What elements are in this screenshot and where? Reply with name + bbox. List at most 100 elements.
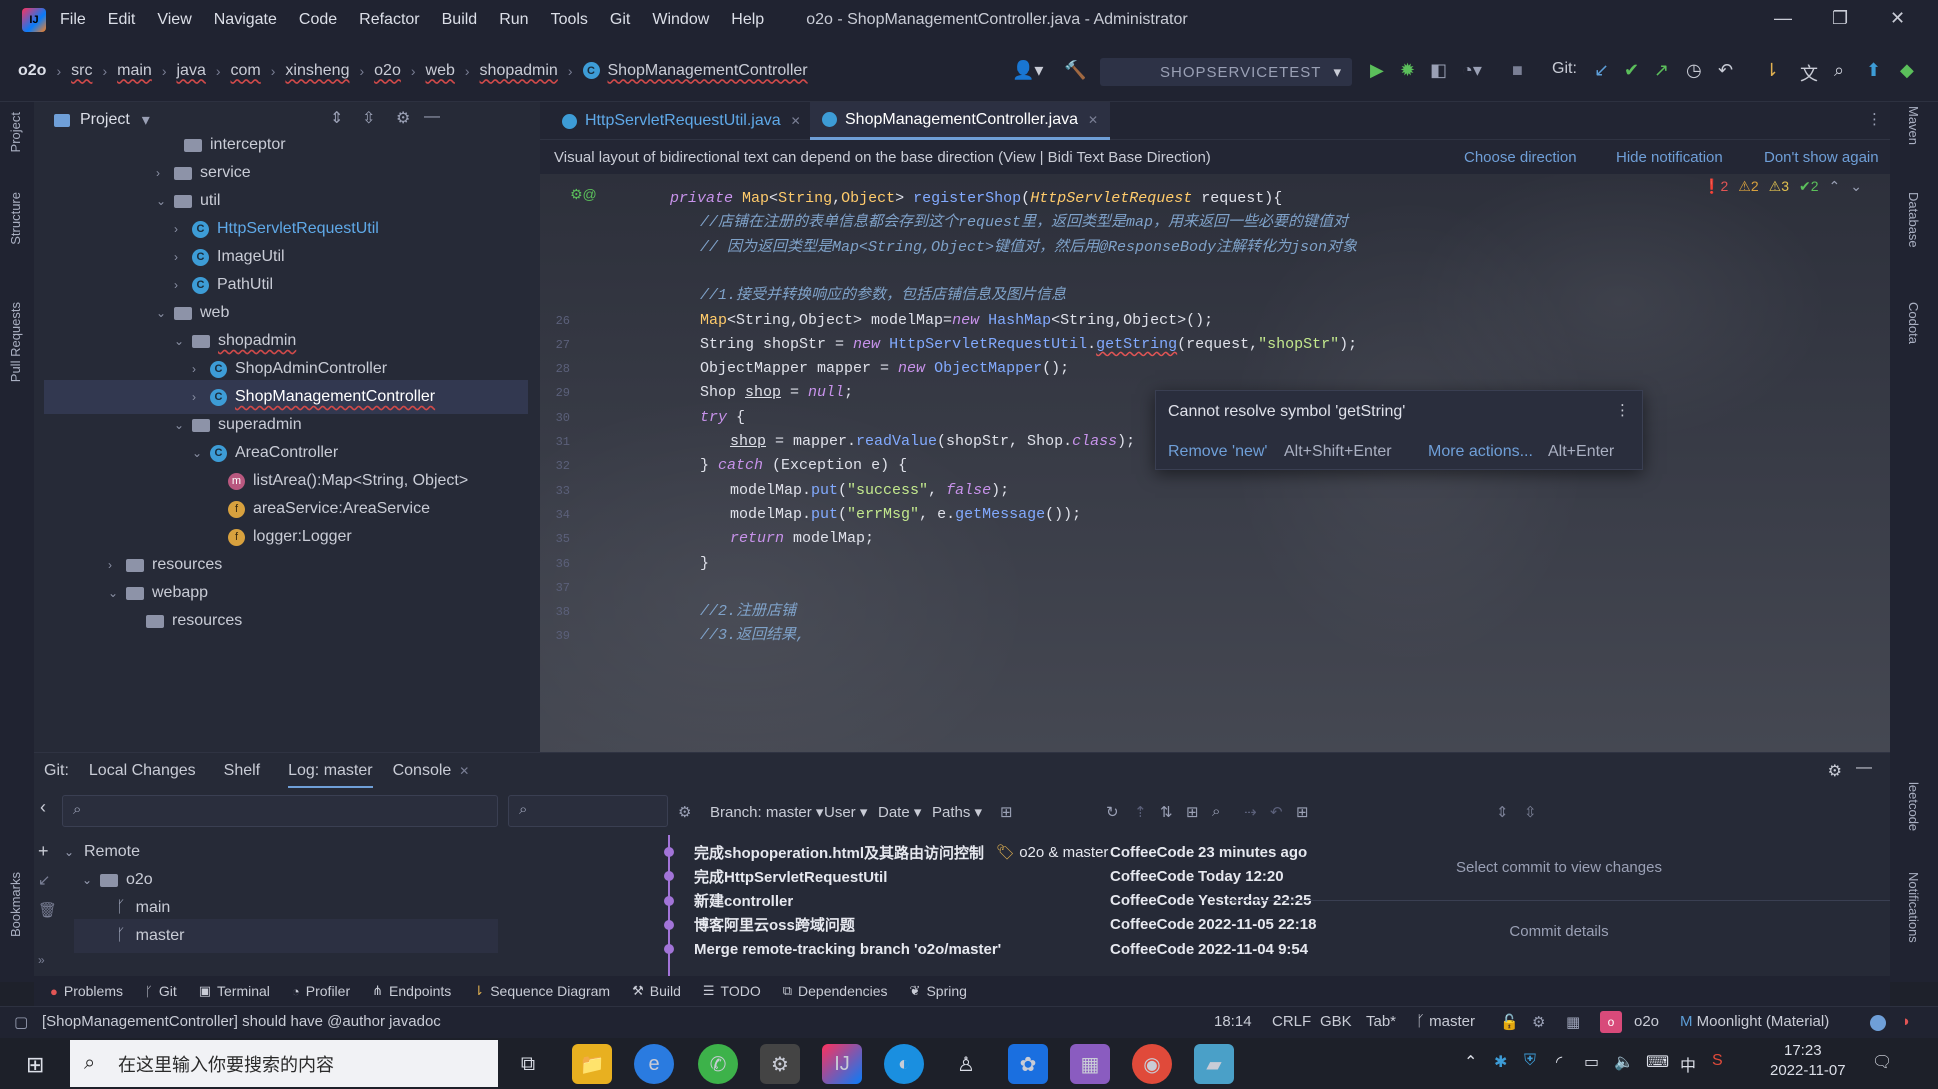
date-filter[interactable]: Date ▾ <box>878 803 921 821</box>
debug-icon[interactable]: ✹ <box>1400 60 1415 81</box>
app-icon[interactable]: ▰ <box>1194 1044 1234 1084</box>
update-icon[interactable]: ⬆ <box>1866 60 1881 81</box>
breadcrumb-web[interactable]: web <box>426 62 455 80</box>
restore-icon[interactable]: ❐ <box>1832 8 1848 29</box>
run-icon[interactable]: ▶ <box>1370 60 1384 81</box>
pick-icon[interactable]: ⇡ <box>1134 803 1147 821</box>
remove-new-action[interactable]: Remove 'new' <box>1168 443 1267 461</box>
codota-tool-tab[interactable]: Codota <box>1906 302 1921 344</box>
expand-all-icon[interactable]: ⇕ <box>330 108 343 128</box>
paths-filter[interactable]: Paths ▾ <box>932 803 982 821</box>
chevron-right-icon[interactable]: › <box>108 558 126 572</box>
menu-tools[interactable]: Tools <box>551 11 588 29</box>
clock-date[interactable]: 2022-11-07 <box>1770 1062 1846 1079</box>
menu-window[interactable]: Window <box>652 11 709 29</box>
breadcrumb-shopadmin[interactable]: shopadmin <box>480 62 558 80</box>
terminal-tool-button[interactable]: ▣ Terminal <box>199 983 270 999</box>
chevron-down-icon[interactable]: ⌄ <box>192 446 210 460</box>
commit-search-input[interactable]: ⌕ <box>508 795 668 827</box>
chevron-right-icon[interactable]: › <box>192 362 210 376</box>
caret-position[interactable]: 18:14 <box>1214 1013 1252 1030</box>
intellij-logo-icon[interactable]: IJ <box>22 8 46 32</box>
bluetooth-icon[interactable]: ✱ <box>1494 1052 1507 1072</box>
line-separator[interactable]: CRLF <box>1272 1013 1311 1030</box>
run-configuration-select[interactable]: SHOPSERVICETEST ▾ <box>1100 58 1352 86</box>
menu-edit[interactable]: Edit <box>108 11 136 29</box>
breadcrumb-project[interactable]: o2o <box>18 62 46 80</box>
close-tab-icon[interactable]: ✕ <box>791 114 801 128</box>
breadcrumb-class[interactable]: ShopManagementController <box>608 62 808 80</box>
menu-navigate[interactable]: Navigate <box>214 11 277 29</box>
spring-tool-button[interactable]: ❦ Spring <box>910 983 967 999</box>
chevron-down-icon[interactable]: ⌄ <box>108 586 126 600</box>
compare-icon[interactable]: ⇢ <box>1244 803 1257 821</box>
chevron-right-icon[interactable]: › <box>174 278 192 292</box>
expand-icon[interactable]: » <box>38 953 45 967</box>
menu-view[interactable]: View <box>157 11 191 29</box>
menu-run[interactable]: Run <box>499 11 528 29</box>
fetch-icon[interactable]: ↙ <box>38 871 51 889</box>
branch-item-master[interactable]: ᚴ master <box>74 919 498 953</box>
breadcrumb-src[interactable]: src <box>71 62 92 80</box>
choose-direction-link[interactable]: Choose direction <box>1464 140 1577 174</box>
close-tab-icon[interactable]: ✕ <box>459 764 469 778</box>
chevron-right-icon[interactable]: › <box>174 250 192 264</box>
wechat-icon[interactable]: ✆ <box>698 1044 738 1084</box>
pull-requests-tool-tab[interactable]: Pull Requests <box>8 302 23 382</box>
layout-icon[interactable]: ⊞ <box>1296 803 1309 821</box>
git-branch-widget[interactable]: ᚴ master <box>1416 1013 1475 1030</box>
tree-item-logger[interactable]: f logger:Logger <box>228 520 352 554</box>
avatar[interactable] <box>1870 1015 1886 1031</box>
delete-icon[interactable]: 🗑 <box>38 901 57 919</box>
tab-shelf[interactable]: Shelf <box>224 762 260 780</box>
volume-icon[interactable]: 🔈 <box>1614 1052 1634 1072</box>
code-line[interactable]: // 因为返回类型是Map<String,Object>键值对，然后用@Resp… <box>700 233 1357 263</box>
shield-icon[interactable]: ⛨ <box>1524 1052 1536 1070</box>
browser-app-icon[interactable]: ◐ <box>884 1044 924 1084</box>
profile-icon[interactable]: ◔▾ <box>1462 60 1482 81</box>
chrome-icon[interactable]: ◉ <box>1132 1044 1172 1084</box>
code-line[interactable]: //3.返回结果, <box>700 621 805 651</box>
status-message[interactable]: [ShopManagementController] should have @… <box>42 1013 441 1030</box>
tab-local-changes[interactable]: Local Changes <box>89 762 196 780</box>
breadcrumb-xinsheng[interactable]: xinsheng <box>285 62 349 80</box>
user-icon[interactable]: 👤▾ <box>1012 60 1043 81</box>
build-tool-button[interactable]: ⚒ Build <box>632 983 681 999</box>
tree-item-webapp-resources[interactable]: resources <box>146 604 242 638</box>
branch-search-input[interactable]: ⌕ <box>62 795 498 827</box>
chevron-down-icon[interactable]: ⌄ <box>156 194 174 208</box>
file-explorer-icon[interactable]: 📁 <box>572 1044 612 1084</box>
project-tool-tab[interactable]: Project <box>8 112 23 152</box>
git-push-icon[interactable]: ↗ <box>1654 60 1669 81</box>
app-icon[interactable]: ✿ <box>1008 1044 1048 1084</box>
plugin-icon[interactable]: ⚙ <box>1532 1013 1545 1031</box>
lock-icon[interactable]: 🔓 <box>1500 1013 1519 1031</box>
status-indicator-icon[interactable]: ◗ <box>1902 1013 1911 1030</box>
refresh-icon[interactable]: ↻ <box>1106 803 1119 821</box>
app-icon[interactable]: ▦ <box>1070 1044 1110 1084</box>
tab-shopmanagementcontroller[interactable]: ShopManagementController.java ✕ <box>810 102 1111 140</box>
dependencies-tool-button[interactable]: ⧉ Dependencies <box>783 983 888 999</box>
menu-git[interactable]: Git <box>610 11 630 29</box>
coverage-icon[interactable]: ◧ <box>1430 60 1447 81</box>
branch-filter[interactable]: Branch: master ▾ <box>710 803 823 821</box>
clock-time[interactable]: 17:23 <box>1784 1042 1822 1059</box>
app-icon[interactable]: ♙ <box>946 1044 986 1084</box>
intellij-app-icon[interactable]: IJ <box>822 1044 862 1084</box>
minimize-icon[interactable]: — <box>1774 8 1792 29</box>
git-blame-icon[interactable]: ⇂ <box>1764 60 1779 81</box>
gear-icon[interactable]: ⚙ <box>396 108 410 128</box>
gear-icon[interactable]: ⚙ <box>678 803 691 821</box>
gutter-markers-icon[interactable]: ⚙@ <box>570 186 597 203</box>
windows-search-input[interactable]: ⌕ 在这里输入你要搜索的内容 <box>70 1040 498 1087</box>
menu-build[interactable]: Build <box>442 11 478 29</box>
windows-start-icon[interactable]: ⊞ <box>26 1052 44 1078</box>
project-name[interactable]: o2o <box>1634 1013 1659 1030</box>
chevron-up-icon[interactable]: ⌃ <box>1829 178 1841 195</box>
chevron-right-icon[interactable]: › <box>156 166 174 180</box>
battery-icon[interactable]: ▭ <box>1584 1052 1599 1072</box>
chevron-down-icon[interactable]: ▾ <box>142 110 150 130</box>
hide-icon[interactable]: — <box>1856 759 1872 777</box>
leetcode-tool-tab[interactable]: leetcode <box>1906 782 1921 831</box>
more-options-icon[interactable]: ⋮ <box>1867 110 1882 128</box>
